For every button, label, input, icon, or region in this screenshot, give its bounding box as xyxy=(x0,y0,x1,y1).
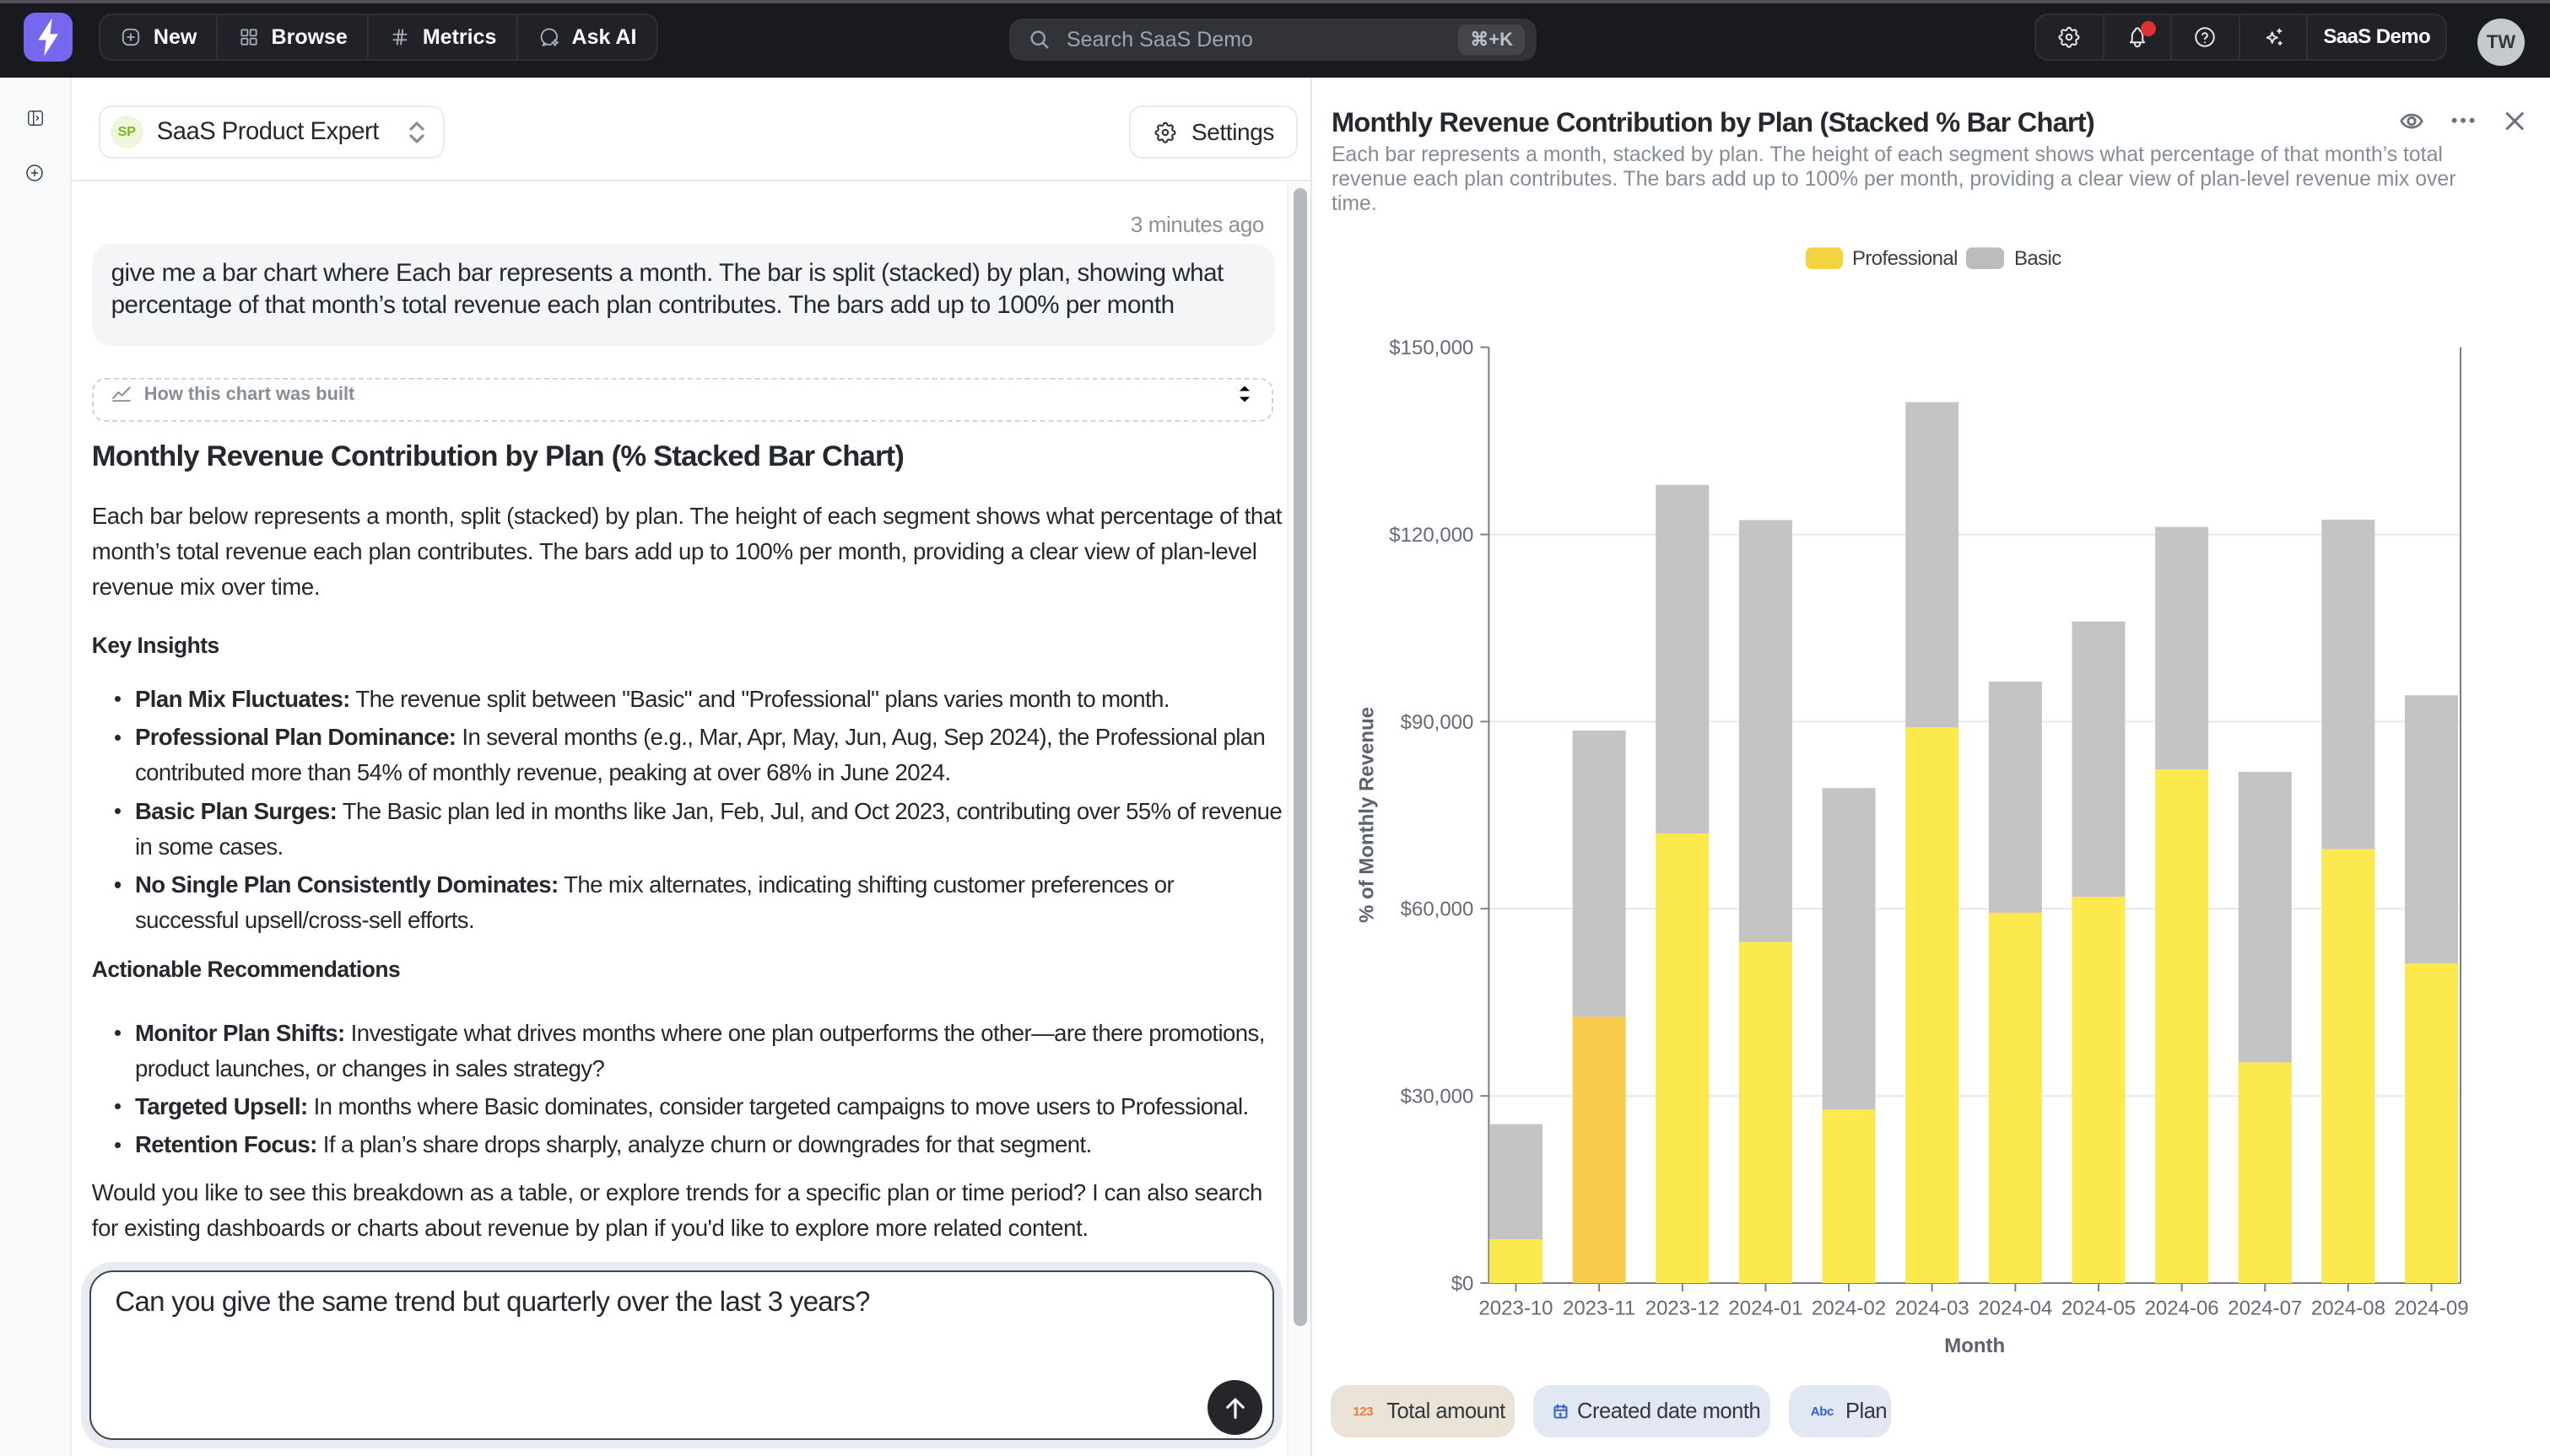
svg-text:2024-06: 2024-06 xyxy=(2145,1297,2219,1319)
svg-text:2024-03: 2024-03 xyxy=(1895,1297,1969,1319)
svg-text:2024-02: 2024-02 xyxy=(1812,1297,1886,1319)
svg-text:$90,000: $90,000 xyxy=(1401,711,1474,734)
svg-text:2024-01: 2024-01 xyxy=(1728,1297,1802,1319)
svg-text:2024-07: 2024-07 xyxy=(2228,1297,2302,1319)
svg-text:2023-11: 2023-11 xyxy=(1563,1297,1635,1319)
svg-text:2023-10: 2023-10 xyxy=(1478,1297,1553,1319)
svg-text:2023-12: 2023-12 xyxy=(1645,1297,1720,1319)
svg-text:$0: $0 xyxy=(1451,1272,1474,1295)
svg-text:Basic: Basic xyxy=(2014,247,2061,270)
svg-text:$30,000: $30,000 xyxy=(1401,1086,1474,1108)
svg-text:2024-09: 2024-09 xyxy=(2395,1297,2469,1319)
svg-text:$60,000: $60,000 xyxy=(1401,898,1474,921)
svg-text:$120,000: $120,000 xyxy=(1389,524,1473,547)
svg-text:2024-04: 2024-04 xyxy=(1978,1297,2052,1319)
svg-text:Month: Month xyxy=(1944,1335,2005,1357)
svg-text:2024-05: 2024-05 xyxy=(2061,1297,2136,1319)
svg-text:2024-08: 2024-08 xyxy=(2311,1297,2385,1319)
svg-text:Professional: Professional xyxy=(1852,247,1958,270)
svg-text:$150,000: $150,000 xyxy=(1389,337,1473,359)
svg-text:% of Monthly Revenue: % of Monthly Revenue xyxy=(1356,707,1379,923)
